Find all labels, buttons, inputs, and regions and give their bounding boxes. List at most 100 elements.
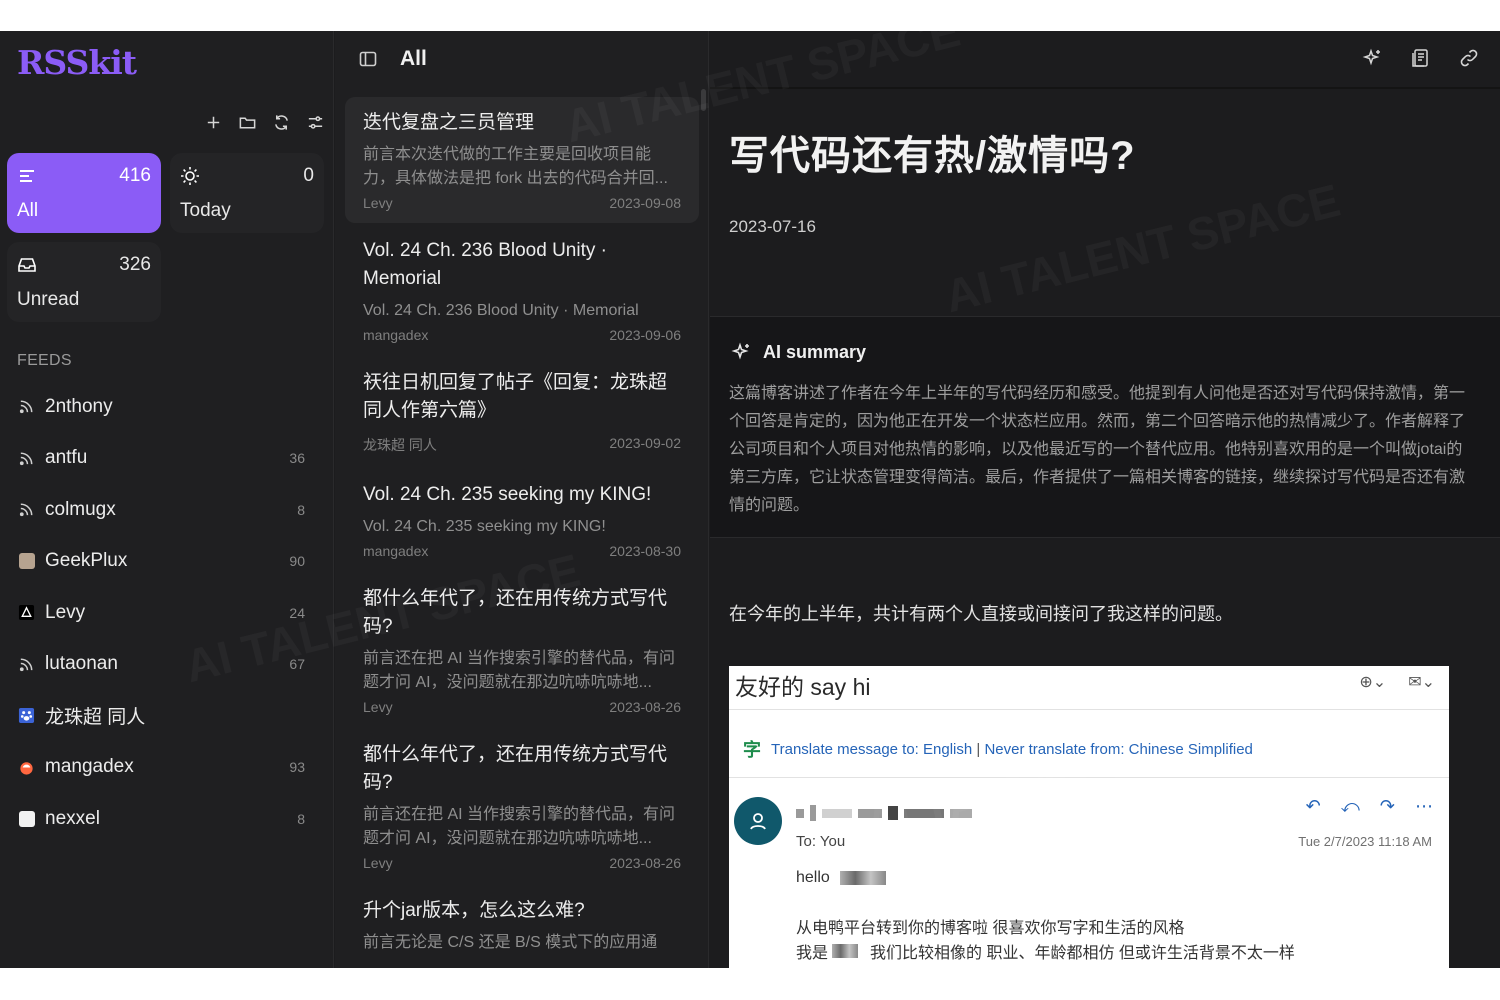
geekplux-favicon-icon bbox=[17, 552, 36, 571]
list-title: All bbox=[400, 47, 427, 70]
reader-header bbox=[710, 31, 1500, 87]
article-source: 龙珠超 同人 bbox=[363, 437, 437, 453]
feed-name: mangadex bbox=[45, 756, 134, 778]
reader-icon bbox=[1412, 49, 1428, 67]
open-link-button[interactable] bbox=[1458, 47, 1480, 69]
article-item[interactable]: 都什么年代了，还在用传统方式写代码? 前言还在把 AI 当作搜索引擎的替代品，有… bbox=[345, 573, 699, 727]
ai-sparkle-button[interactable] bbox=[1362, 47, 1384, 69]
feed-item-colmugx[interactable]: colmugx 8 bbox=[0, 484, 334, 536]
article-item[interactable]: Vol. 24 Ch. 236 Blood Unity · Memorial V… bbox=[345, 225, 699, 355]
article-title: Vol. 24 Ch. 235 seeking my KING! bbox=[363, 484, 652, 505]
feed-item-antfu[interactable]: antfu 36 bbox=[0, 433, 334, 485]
feed-name: 2nthony bbox=[45, 395, 113, 417]
never-translate-link: Never translate from: Chinese Simplified bbox=[984, 740, 1253, 758]
divider bbox=[729, 777, 1449, 778]
article-date: 2023-09-08 bbox=[609, 195, 681, 211]
reply-icon: ↶ bbox=[1305, 796, 1321, 816]
article-desc: 前言还在把 AI 当作搜索引擎的替代品，有问题才问 AI，没问题就在那边吭哧吭哧… bbox=[363, 806, 676, 847]
article-meta: Levy 2023-08-26 bbox=[363, 699, 681, 715]
feed-item-geekplux[interactable]: GeekPlux 90 bbox=[0, 536, 334, 588]
sidebar-toggle-icon[interactable] bbox=[358, 49, 378, 69]
ai-summary-label: AI summary bbox=[763, 341, 867, 362]
rss-icon bbox=[17, 500, 36, 519]
article-desc: 前言还在把 AI 当作搜索引擎的替代品，有问题才问 AI，没问题就在那边吭哧吭哧… bbox=[363, 650, 676, 691]
sender-redacted bbox=[796, 805, 972, 821]
feed-count: 36 bbox=[289, 450, 305, 467]
email-screenshot: 友好的 say hi ⊕⌄ ✉⌄ 字 Translate message to:… bbox=[729, 666, 1449, 968]
article-source: Levy bbox=[363, 699, 393, 715]
email-recipient: To: You bbox=[796, 833, 846, 850]
article-source: Levy bbox=[363, 195, 393, 211]
redacted-name bbox=[832, 944, 859, 958]
header-divider bbox=[710, 87, 1500, 89]
add-folder-button[interactable] bbox=[234, 109, 260, 135]
article-desc: 前言本次迭代做的工作主要是回收项目能力，具体做法是把 fork 出去的代码合并回… bbox=[363, 146, 668, 187]
article-source: mangadex bbox=[363, 327, 429, 343]
smart-view-today[interactable]: 0 Today bbox=[170, 153, 324, 233]
email-line: 从电鸭平台转到你的博客啦 很喜欢你写字和生活的风格 bbox=[796, 920, 1185, 937]
article-date: 2023-08-26 bbox=[609, 855, 681, 871]
smart-view-all[interactable]: 416 All bbox=[7, 153, 161, 233]
ai-summary-panel: AI summary 这篇博客讲述了作者在今年上半年的写代码经历和感受。他提到有… bbox=[710, 316, 1500, 538]
ai-summary-header: AI summary bbox=[731, 341, 866, 363]
email-line-end: 我们比较相像的 职业、年龄都相仿 但或许生活背景不太一样 bbox=[870, 945, 1295, 962]
article-item[interactable]: Vol. 24 Ch. 235 seeking my KING! Vol. 24… bbox=[345, 469, 699, 571]
sun-icon bbox=[181, 167, 199, 185]
feed-count: 24 bbox=[289, 604, 305, 621]
smart-view-unread[interactable]: 326 Unread bbox=[7, 242, 161, 322]
feed-count: 90 bbox=[289, 553, 305, 570]
translate-bar: 字 Translate message to: English | Never … bbox=[743, 736, 1253, 762]
article-title: 都什么年代了，还在用传统方式写代码? bbox=[363, 744, 668, 793]
ai-summary-text: 这篇博客讲述了作者在今年上半年的写代码经历和感受。他提到有人问他是否还对写代码保… bbox=[729, 385, 1466, 514]
forward-icon: ↷ bbox=[1379, 796, 1395, 816]
nexxel-favicon-icon bbox=[17, 809, 36, 828]
today-label: Today bbox=[180, 200, 231, 221]
paw-favicon-icon bbox=[17, 706, 36, 725]
unread-label: Unread bbox=[17, 289, 80, 310]
person-icon bbox=[750, 813, 766, 830]
email-subject: 友好的 say hi bbox=[735, 674, 871, 700]
refresh-icon bbox=[274, 114, 288, 130]
all-count: 416 bbox=[119, 165, 151, 186]
email-actions: ↶ ⤺ ↷ ⋯ bbox=[1306, 796, 1433, 817]
feed-name: colmugx bbox=[45, 498, 116, 520]
feeds-heading: FEEDS bbox=[17, 352, 72, 369]
list-scrollbar[interactable] bbox=[701, 89, 706, 111]
article-meta: Levy 2023-09-08 bbox=[363, 195, 681, 211]
feed-name: nexxel bbox=[45, 807, 100, 829]
feed-item-mangadex[interactable]: mangadex 93 bbox=[0, 742, 334, 794]
feed-count: 93 bbox=[289, 759, 305, 776]
email-toolbar: ⊕⌄ ✉⌄ bbox=[1359, 672, 1435, 692]
envelope-icon: ✉⌄ bbox=[1408, 674, 1435, 691]
refresh-button[interactable] bbox=[268, 109, 294, 135]
feed-item-levy[interactable]: Levy 24 bbox=[0, 587, 334, 639]
article-title: 都什么年代了，还在用传统方式写代码? bbox=[363, 588, 668, 637]
folder-icon bbox=[239, 116, 255, 128]
filter-button[interactable] bbox=[302, 109, 328, 135]
email-greeting: hello bbox=[796, 869, 886, 887]
article-date: 2023-07-16 bbox=[729, 217, 816, 236]
feed-count: 8 bbox=[297, 810, 305, 827]
feed-name: antfu bbox=[45, 447, 88, 469]
article-source: Levy bbox=[363, 855, 393, 871]
email-date: Tue 2/7/2023 11:18 AM bbox=[1298, 834, 1432, 849]
article-meta: Levy 2023-08-26 bbox=[363, 855, 681, 871]
article-item[interactable]: 升个jar版本，怎么这么难? 前言无论是 C/S 还是 B/S 模式下的应用通 bbox=[345, 885, 699, 967]
article-title: Vol. 24 Ch. 236 Blood Unity · Memorial bbox=[363, 240, 607, 289]
feed-item-nexxel[interactable]: nexxel 8 bbox=[0, 793, 334, 845]
translate-link: Translate message to: English bbox=[771, 740, 973, 758]
article-item[interactable]: 都什么年代了，还在用传统方式写代码? 前言还在把 AI 当作搜索引擎的替代品，有… bbox=[345, 729, 699, 883]
reader-view-button[interactable] bbox=[1410, 47, 1432, 69]
article-item[interactable]: 迭代复盘之三员管理 前言本次迭代做的工作主要是回收项目能力，具体做法是把 for… bbox=[345, 97, 699, 223]
feed-item-2nthony[interactable]: 2nthony bbox=[0, 381, 334, 433]
feed-list: 2nthony antfu 36 colmugx 8 GeekPlux 90 L… bbox=[0, 381, 334, 845]
article-paragraph: 在今年的上半年，共计有两个人直接或间接问了我这样的问题。 bbox=[729, 604, 1233, 624]
feed-item-dragonball-fan[interactable]: 龙珠超 同人 bbox=[0, 690, 334, 742]
article-item[interactable]: 祆往日机回复了帖子《回复：龙珠超同人作第六篇》 龙珠超 同人 2023-09-0… bbox=[345, 357, 699, 467]
list-icon bbox=[20, 170, 34, 182]
article-date: 2023-09-02 bbox=[609, 435, 681, 451]
feed-item-lutaonan[interactable]: lutaonan 67 bbox=[0, 639, 334, 691]
greeting-text: hello bbox=[796, 869, 830, 886]
article-title: 迭代复盘之三员管理 bbox=[363, 112, 535, 133]
add-feed-button[interactable] bbox=[200, 109, 226, 135]
